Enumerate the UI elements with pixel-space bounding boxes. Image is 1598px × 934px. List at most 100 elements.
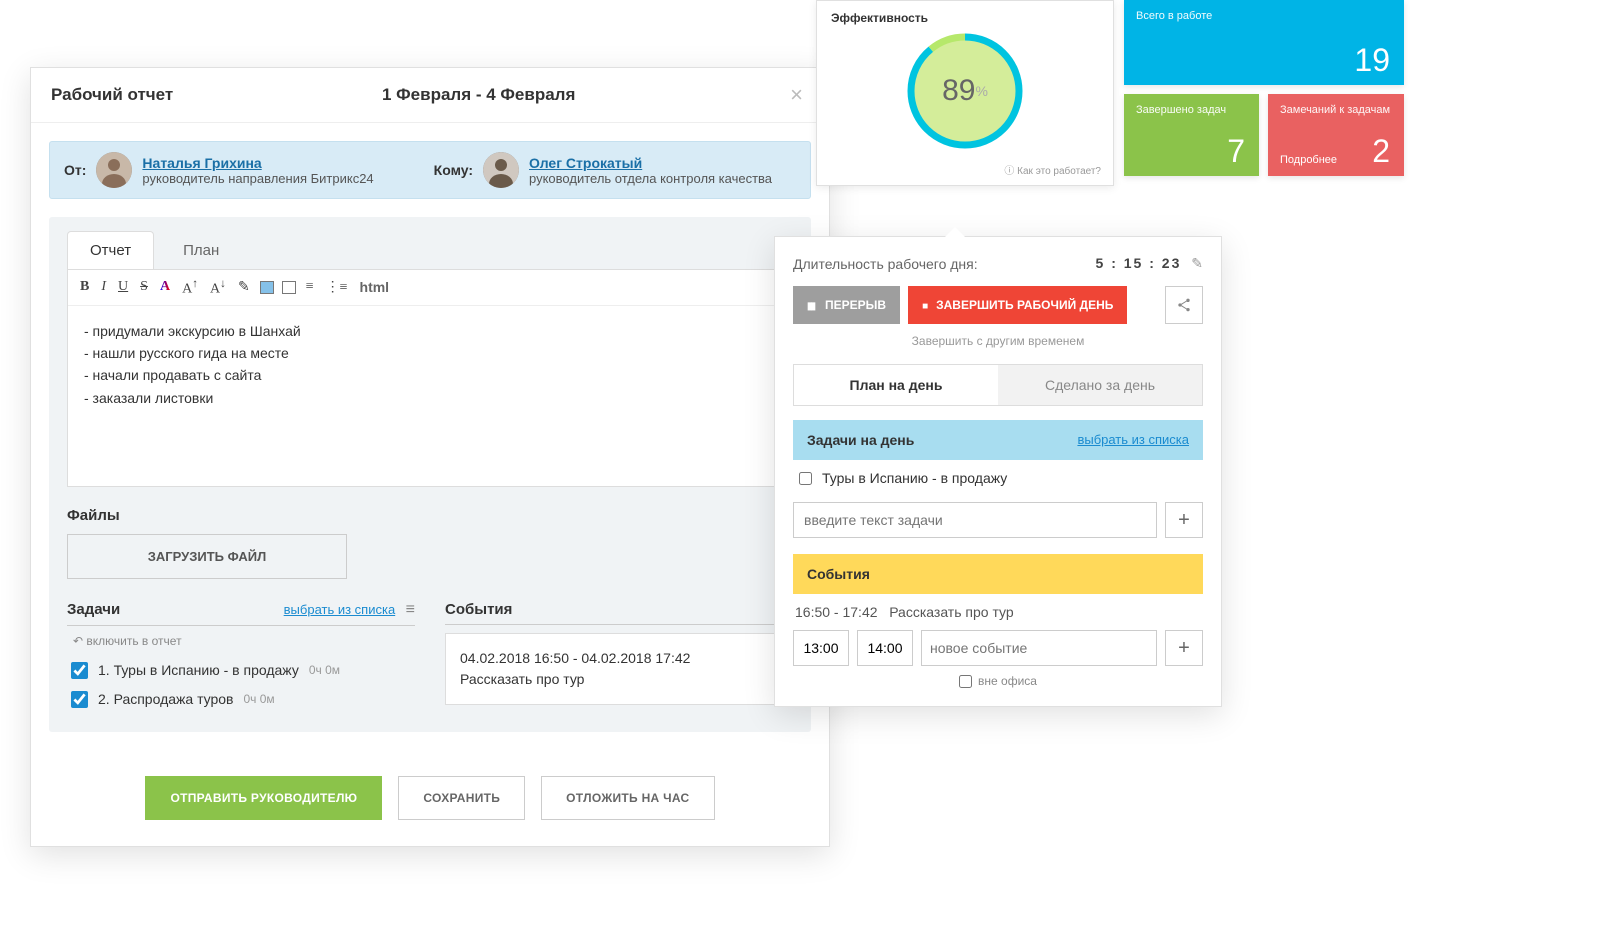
pause-button[interactable]: ПЕРЕРЫВ bbox=[793, 286, 900, 324]
modal-date-range: 1 Февраля - 4 Февраля bbox=[173, 85, 784, 105]
day-task-item: Туры в Испанию - в продажу bbox=[793, 460, 1203, 496]
event-end-input[interactable] bbox=[857, 630, 913, 666]
task-checkbox[interactable] bbox=[71, 662, 88, 679]
event-item: 04.02.2018 16:50 - 04.02.2018 17:42 Расс… bbox=[445, 633, 793, 705]
day-event-time: 16:50 - 17:42 bbox=[795, 604, 878, 620]
editor-line: - нашли русского гида на месте bbox=[84, 342, 776, 364]
edit-time-icon[interactable]: ✎ bbox=[1191, 255, 1203, 271]
event-name: Рассказать про тур bbox=[460, 669, 778, 690]
tile-completed[interactable]: Завершено задач 7 bbox=[1124, 94, 1259, 176]
clear-format-icon[interactable]: ✎ bbox=[236, 279, 252, 296]
font-size-dec-icon[interactable]: A↓ bbox=[208, 277, 228, 298]
image-icon[interactable] bbox=[260, 281, 274, 294]
tab-report[interactable]: Отчет bbox=[67, 231, 154, 269]
tile-title: Всего в работе bbox=[1136, 10, 1392, 22]
underline-icon[interactable]: U bbox=[116, 279, 130, 295]
text-color-icon[interactable]: A bbox=[158, 279, 172, 295]
video-icon[interactable] bbox=[282, 281, 296, 294]
editor-content-area[interactable]: - придумали экскурсию в Шанхай - нашли р… bbox=[68, 306, 792, 486]
event-start-input[interactable] bbox=[793, 630, 849, 666]
tile-value: 19 bbox=[1354, 42, 1390, 79]
day-events-header: События bbox=[793, 554, 1203, 594]
tasks-column: Задачи выбрать из списка ≡ включить в от… bbox=[67, 601, 415, 714]
end-label: ЗАВЕРШИТЬ РАБОЧИЙ ДЕНЬ bbox=[936, 298, 1113, 312]
events-title: События bbox=[445, 601, 512, 618]
end-workday-button[interactable]: ЗАВЕРШИТЬ РАБОЧИЙ ДЕНЬ bbox=[908, 286, 1127, 324]
recipient-avatar[interactable] bbox=[483, 152, 519, 188]
add-task-row: + bbox=[793, 502, 1203, 538]
close-icon[interactable]: × bbox=[784, 82, 809, 108]
task-duration: 0ч 0м bbox=[309, 663, 340, 677]
unordered-list-icon[interactable]: ⋮≡ bbox=[324, 279, 350, 296]
postpone-button[interactable]: ОТЛОЖИТЬ НА ЧАС bbox=[541, 776, 714, 820]
tile-title: Завершено задач bbox=[1136, 104, 1247, 116]
task-checkbox[interactable] bbox=[71, 691, 88, 708]
pick-from-list-link[interactable]: выбрать из списка bbox=[284, 602, 396, 617]
day-task-label: Туры в Испанию - в продажу bbox=[822, 470, 1007, 486]
from-label: От: bbox=[64, 162, 86, 178]
tile-title: Замечаний к задачам bbox=[1280, 104, 1392, 116]
recipient-role: руководитель отдела контроля качества bbox=[529, 171, 772, 186]
task-row: 1. Туры в Испанию - в продажу 0ч 0м bbox=[67, 656, 415, 685]
upload-file-button[interactable]: ЗАГРУЗИТЬ ФАЙЛ bbox=[67, 534, 347, 579]
how-it-works-link[interactable]: Как это работает? bbox=[1004, 162, 1101, 177]
pause-icon bbox=[807, 298, 817, 312]
modal-footer: ОТПРАВИТЬ РУКОВОДИТЕЛЮ СОХРАНИТЬ ОТЛОЖИТ… bbox=[31, 750, 829, 846]
sender-recipient-bar: От: Наталья Грихина руководитель направл… bbox=[49, 141, 811, 199]
tasks-title: Задачи bbox=[67, 601, 120, 618]
to-label: Кому: bbox=[434, 162, 473, 178]
day-task-checkbox[interactable] bbox=[799, 472, 812, 485]
italic-icon[interactable]: I bbox=[99, 279, 108, 295]
tile-more-link[interactable]: Подробнее bbox=[1280, 154, 1337, 166]
tab-day-done[interactable]: Сделано за день bbox=[998, 365, 1202, 405]
day-event-name: Рассказать про тур bbox=[889, 604, 1013, 620]
work-report-modal: Рабочий отчет 1 Февраля - 4 Февраля × От… bbox=[30, 67, 830, 847]
html-mode-button[interactable]: html bbox=[358, 279, 392, 295]
new-task-input[interactable] bbox=[793, 502, 1157, 538]
sender-avatar[interactable] bbox=[96, 152, 132, 188]
save-button[interactable]: СОХРАНИТЬ bbox=[398, 776, 525, 820]
event-time: 04.02.2018 16:50 - 04.02.2018 17:42 bbox=[460, 648, 778, 669]
share-button[interactable] bbox=[1165, 286, 1203, 324]
tab-plan[interactable]: План bbox=[160, 231, 242, 269]
workday-panel: Длительность рабочего дня: 5 : 15 : 23 ✎… bbox=[774, 236, 1222, 707]
recipient-name-link[interactable]: Олег Строкатый bbox=[529, 155, 772, 171]
efficiency-title: Эффективность bbox=[831, 11, 1099, 25]
strike-icon[interactable]: S bbox=[138, 279, 150, 295]
add-task-button[interactable]: + bbox=[1165, 502, 1203, 538]
stop-icon bbox=[922, 298, 928, 312]
tab-day-plan[interactable]: План на день bbox=[794, 365, 998, 405]
add-event-button[interactable]: + bbox=[1165, 630, 1203, 666]
event-name-input[interactable] bbox=[921, 630, 1157, 666]
sender-block: От: Наталья Грихина руководитель направл… bbox=[64, 152, 374, 188]
sender-name-link[interactable]: Наталья Грихина bbox=[142, 155, 373, 171]
editor-line: - заказали листовки bbox=[84, 387, 776, 409]
efficiency-card: Эффективность 89% Как это работает? bbox=[816, 0, 1114, 186]
tile-remarks[interactable]: Замечаний к задачам Подробнее 2 bbox=[1268, 94, 1404, 176]
add-event-row: + bbox=[793, 630, 1203, 666]
day-event-item: 16:50 - 17:42 Рассказать про тур bbox=[793, 594, 1203, 630]
report-tabs: Отчет План bbox=[67, 217, 793, 269]
send-to-manager-button[interactable]: ОТПРАВИТЬ РУКОВОДИТЕЛЮ bbox=[145, 776, 382, 820]
day-tasks-header: Задачи на день выбрать из списка bbox=[793, 420, 1203, 460]
duration-value: 5 : 15 : 23 bbox=[1096, 255, 1182, 271]
ordered-list-icon[interactable]: ≡ bbox=[304, 279, 316, 295]
tile-in-work[interactable]: Всего в работе 19 bbox=[1124, 0, 1404, 85]
out-of-office-row: вне офиса bbox=[793, 674, 1203, 688]
rich-text-editor: B I U S A A↑ A↓ ✎ ≡ ⋮≡ html - придумали … bbox=[67, 269, 793, 487]
finish-other-time-link[interactable]: Завершить с другим временем bbox=[793, 334, 1203, 348]
sort-icon[interactable]: ≡ bbox=[406, 601, 415, 618]
tile-value: 2 bbox=[1372, 133, 1390, 170]
pick-from-list-link[interactable]: выбрать из списка bbox=[1077, 432, 1189, 448]
efficiency-unit: % bbox=[975, 83, 987, 99]
bold-icon[interactable]: B bbox=[78, 279, 91, 295]
recipient-block: Кому: Олег Строкатый руководитель отдела… bbox=[434, 152, 772, 188]
tile-value: 7 bbox=[1227, 133, 1245, 170]
font-size-inc-icon[interactable]: A↑ bbox=[180, 277, 200, 298]
files-section-label: Файлы bbox=[67, 507, 793, 524]
modal-header: Рабочий отчет 1 Февраля - 4 Февраля × bbox=[31, 68, 829, 123]
out-of-office-checkbox[interactable] bbox=[959, 675, 972, 688]
share-icon bbox=[1176, 297, 1192, 313]
editor-toolbar: B I U S A A↑ A↓ ✎ ≡ ⋮≡ html bbox=[68, 270, 792, 306]
pause-label: ПЕРЕРЫВ bbox=[825, 298, 886, 312]
